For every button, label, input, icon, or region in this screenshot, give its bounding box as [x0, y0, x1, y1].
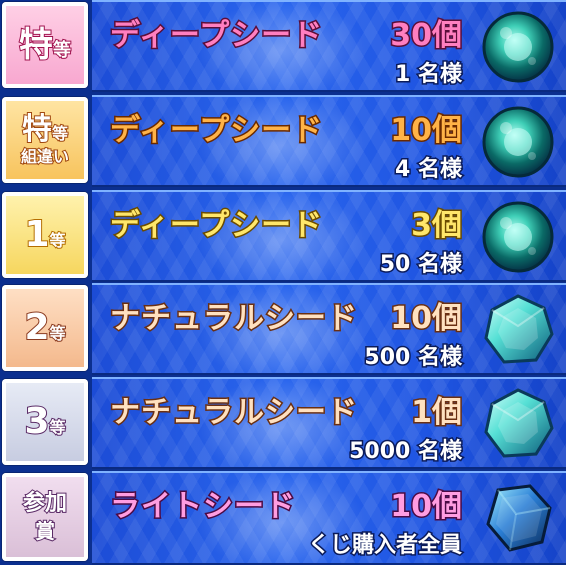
rank-main: 参加 — [22, 491, 68, 516]
deep-seed-orb-icon — [482, 201, 554, 273]
item-name: ナチュラルシード — [109, 300, 359, 338]
item-count: 30個 — [389, 17, 464, 55]
item-count: 10個 — [389, 112, 464, 150]
rank-badge: 特等 — [2, 2, 88, 88]
winners-count: 5000 名様 — [348, 438, 464, 466]
rank-badge: 2等 — [2, 285, 88, 371]
winners-count: 1 名様 — [394, 61, 464, 89]
prize-row-special: 特等 ディープシード 30個 1 名様 — [0, 0, 566, 92]
item-count: 3個 — [410, 207, 464, 245]
rank-sub: 賞 — [34, 519, 56, 543]
rank-sub: 等 — [49, 418, 67, 437]
item-name: ライトシード — [109, 488, 297, 526]
rank-main: 特 — [21, 112, 53, 147]
item-count: 10個 — [389, 488, 464, 526]
item-count: 1個 — [410, 394, 464, 432]
item-count: 10個 — [389, 300, 464, 338]
natural-seed-gem-icon — [484, 294, 554, 364]
rank-main: 3 — [23, 401, 50, 442]
rank-sub2: 組違い — [20, 147, 70, 166]
prize-row-special-group: 特等 組違い ディープシード 10個 4 名様 — [0, 95, 566, 187]
light-seed-crystal-icon — [486, 484, 552, 552]
prize-row-3rd: 3等 ナチュラルシード 1個 5000 名様 — [0, 377, 566, 469]
rank-sub: 等 — [49, 324, 67, 343]
rank-sub: 等 — [52, 40, 72, 61]
prize-row-participation: 参加 賞 ライトシード 10個 くじ購入者全員 — [0, 471, 566, 565]
item-name: ディープシード — [108, 207, 324, 245]
natural-seed-gem-icon — [484, 388, 554, 458]
prize-row-1st: 1等 ディープシード 3個 50 名様 — [0, 190, 566, 282]
winners-count: 50 名様 — [378, 251, 463, 279]
rank-badge: 3等 — [2, 379, 88, 465]
rank-main: 1 — [23, 214, 50, 255]
rank-badge: 1等 — [2, 192, 88, 278]
item-name: ナチュラルシード — [109, 394, 359, 432]
winners-count: 500 名様 — [363, 344, 464, 372]
deep-seed-orb-icon — [482, 11, 554, 83]
prize-table: 特等 ディープシード 30個 1 名様 特等 組違い ディープシード 10個 4… — [0, 0, 566, 565]
item-name: ディープシード — [108, 112, 324, 150]
winners-count: くじ購入者全員 — [306, 532, 463, 560]
rank-sub: 等 — [51, 124, 69, 143]
rank-badge: 特等 組違い — [2, 97, 88, 183]
deep-seed-orb-icon — [482, 106, 554, 178]
winners-count: 4 名様 — [394, 156, 464, 184]
rank-sub: 等 — [49, 231, 67, 250]
rank-main: 特 — [18, 25, 54, 65]
rank-badge: 参加 賞 — [2, 473, 88, 561]
item-name: ディープシード — [108, 17, 324, 55]
prize-row-2nd: 2等 ナチュラルシード 10個 500 名様 — [0, 283, 566, 375]
rank-main: 2 — [23, 307, 50, 348]
